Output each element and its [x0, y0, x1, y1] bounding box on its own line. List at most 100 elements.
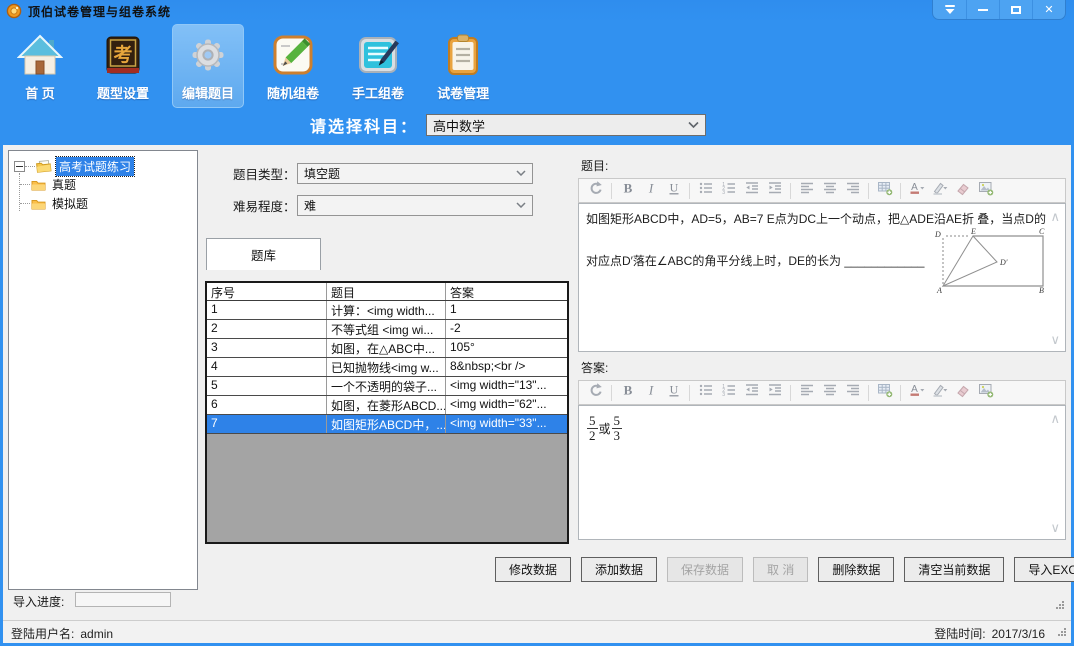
- font-color-button[interactable]: A: [905, 383, 928, 403]
- question-editor-label: 题目:: [581, 157, 608, 174]
- status-time-value: 2017/3/16: [992, 627, 1045, 641]
- window-title: 顶伯试卷管理与组卷系统: [28, 3, 171, 20]
- ul-button[interactable]: [694, 181, 717, 201]
- toolbar-item-random-paper[interactable]: 随机组卷: [257, 24, 329, 108]
- undo-button[interactable]: [584, 383, 607, 403]
- table-row[interactable]: 7如图矩形ABCD中，...<img width="33"...: [207, 415, 567, 434]
- table-button[interactable]: [873, 383, 896, 403]
- align-center-button[interactable]: [818, 181, 841, 201]
- ol-button[interactable]: 123: [717, 383, 740, 403]
- bold-button[interactable]: B: [616, 181, 639, 201]
- highlight-icon: [932, 180, 948, 201]
- table-row[interactable]: 4已知抛物线<img w...8&nbsp;<br />: [207, 358, 567, 377]
- eraser-button[interactable]: [951, 383, 974, 403]
- import-progress-row: 导入进度:: [3, 591, 1071, 611]
- tab-question-bank[interactable]: 题库: [206, 238, 321, 270]
- tree-root-item[interactable]: 高考试题练习: [9, 157, 197, 175]
- subject-select[interactable]: 高中数学: [426, 114, 706, 136]
- add-button[interactable]: 添加数据: [581, 557, 657, 582]
- toolbar-item-question-type[interactable]: 考题型设置: [87, 24, 159, 108]
- chevron-down-icon: [516, 170, 526, 176]
- italic-button[interactable]: I: [639, 383, 662, 403]
- outdent-button[interactable]: [740, 383, 763, 403]
- toolbar-item-manual-paper[interactable]: 手工组卷: [342, 24, 414, 108]
- tree-root-label: 高考试题练习: [56, 157, 134, 176]
- eraser-button[interactable]: [951, 181, 974, 201]
- question-figure: D E C D′ A B: [931, 228, 1049, 294]
- scroll-down-icon[interactable]: ∨: [1050, 333, 1060, 346]
- svg-text:A: A: [911, 384, 918, 395]
- table-empty-area: [207, 434, 567, 542]
- image-button[interactable]: [974, 181, 997, 201]
- highlight-button[interactable]: [928, 383, 951, 403]
- scroll-up-icon[interactable]: ∧: [1050, 412, 1060, 425]
- align-left-button[interactable]: [795, 383, 818, 403]
- answer-blank: ____________: [844, 254, 924, 268]
- highlight-button[interactable]: [928, 181, 951, 201]
- import-excel-button[interactable]: 导入EXCEL: [1014, 557, 1074, 582]
- tree-item-1[interactable]: 真题: [9, 175, 197, 194]
- question-table: 序号题目答案 1计算：<img width...12不等式组 <img wi..…: [205, 281, 569, 544]
- toolbar-separator: [611, 183, 612, 199]
- toolbar-item-label: 首 页: [25, 83, 55, 102]
- toolbar-item-edit-question[interactable]: 编辑题目: [172, 24, 244, 108]
- maximize-button[interactable]: [999, 0, 1032, 19]
- tree-item-2[interactable]: 模拟题: [9, 194, 197, 213]
- indent-button[interactable]: [763, 383, 786, 403]
- toolbar-item-paper-manage[interactable]: 试卷管理: [427, 24, 499, 108]
- scroll-up-icon[interactable]: ∧: [1050, 210, 1060, 223]
- delete-button[interactable]: 删除数据: [818, 557, 894, 582]
- table-row[interactable]: 3如图，在△ABC中...105°: [207, 339, 567, 358]
- toolbar-separator: [868, 385, 869, 401]
- toolbar-separator: [868, 183, 869, 199]
- close-button[interactable]: ✕: [1032, 0, 1065, 19]
- table-row[interactable]: 1计算：<img width...1: [207, 301, 567, 320]
- scroll-down-icon[interactable]: ∨: [1050, 521, 1060, 534]
- random-paper-icon: [269, 31, 317, 79]
- resize-grip[interactable]: [1055, 597, 1065, 615]
- font-color-button[interactable]: A: [905, 181, 928, 201]
- underline-button[interactable]: U: [662, 181, 685, 201]
- minimize-button[interactable]: [966, 0, 999, 19]
- question-type-select[interactable]: 填空题: [297, 163, 533, 184]
- difficulty-select[interactable]: 难: [297, 195, 533, 216]
- svg-text:U: U: [669, 383, 678, 397]
- align-right-button[interactable]: [841, 383, 864, 403]
- underline-button[interactable]: U: [662, 383, 685, 403]
- answer-editor[interactable]: 52 或 53 ∧ ∨: [578, 405, 1066, 540]
- ul-icon: [698, 180, 714, 201]
- ol-button[interactable]: 123: [717, 181, 740, 201]
- header-cell: 序号: [207, 283, 327, 300]
- table-button[interactable]: [873, 181, 896, 201]
- ul-button[interactable]: [694, 383, 717, 403]
- image-button[interactable]: [974, 383, 997, 403]
- resize-grip[interactable]: [1057, 626, 1067, 640]
- table-row[interactable]: 5一个不透明的袋子...<img width="13"...: [207, 377, 567, 396]
- tree-expander-icon[interactable]: [14, 161, 25, 172]
- question-type-label: 题目类型：: [233, 164, 296, 183]
- question-editor[interactable]: 如图矩形ABCD中，AD=5，AB=7 E点为DC上一个动点，把△ADE沿AE折…: [578, 203, 1066, 352]
- modify-button[interactable]: 修改数据: [495, 557, 571, 582]
- align-left-button[interactable]: [795, 181, 818, 201]
- toolbar-separator: [790, 183, 791, 199]
- align-right-button[interactable]: [841, 181, 864, 201]
- indent-button[interactable]: [763, 181, 786, 201]
- table-row[interactable]: 2不等式组 <img wi...-2: [207, 320, 567, 339]
- chevron-down-icon: [516, 202, 526, 208]
- toolbar-item-home[interactable]: 首 页: [6, 24, 74, 108]
- image-icon: [978, 382, 994, 403]
- align-center-button[interactable]: [818, 383, 841, 403]
- table-row[interactable]: 6如图，在菱形ABCD...<img width="62"...: [207, 396, 567, 415]
- outdent-button[interactable]: [740, 181, 763, 201]
- italic-button[interactable]: I: [639, 181, 662, 201]
- folder-icon: [31, 179, 46, 191]
- clear-button[interactable]: 清空当前数据: [904, 557, 1004, 582]
- undo-button[interactable]: [584, 181, 607, 201]
- cell-answer: 105°: [446, 339, 567, 357]
- chevron-down-icon: [688, 122, 699, 129]
- bold-button[interactable]: B: [616, 383, 639, 403]
- collapse-button[interactable]: [933, 0, 966, 19]
- status-user-value: admin: [80, 627, 113, 641]
- underline-icon: U: [666, 382, 682, 403]
- category-tree: 高考试题练习 真题模拟题: [8, 150, 198, 590]
